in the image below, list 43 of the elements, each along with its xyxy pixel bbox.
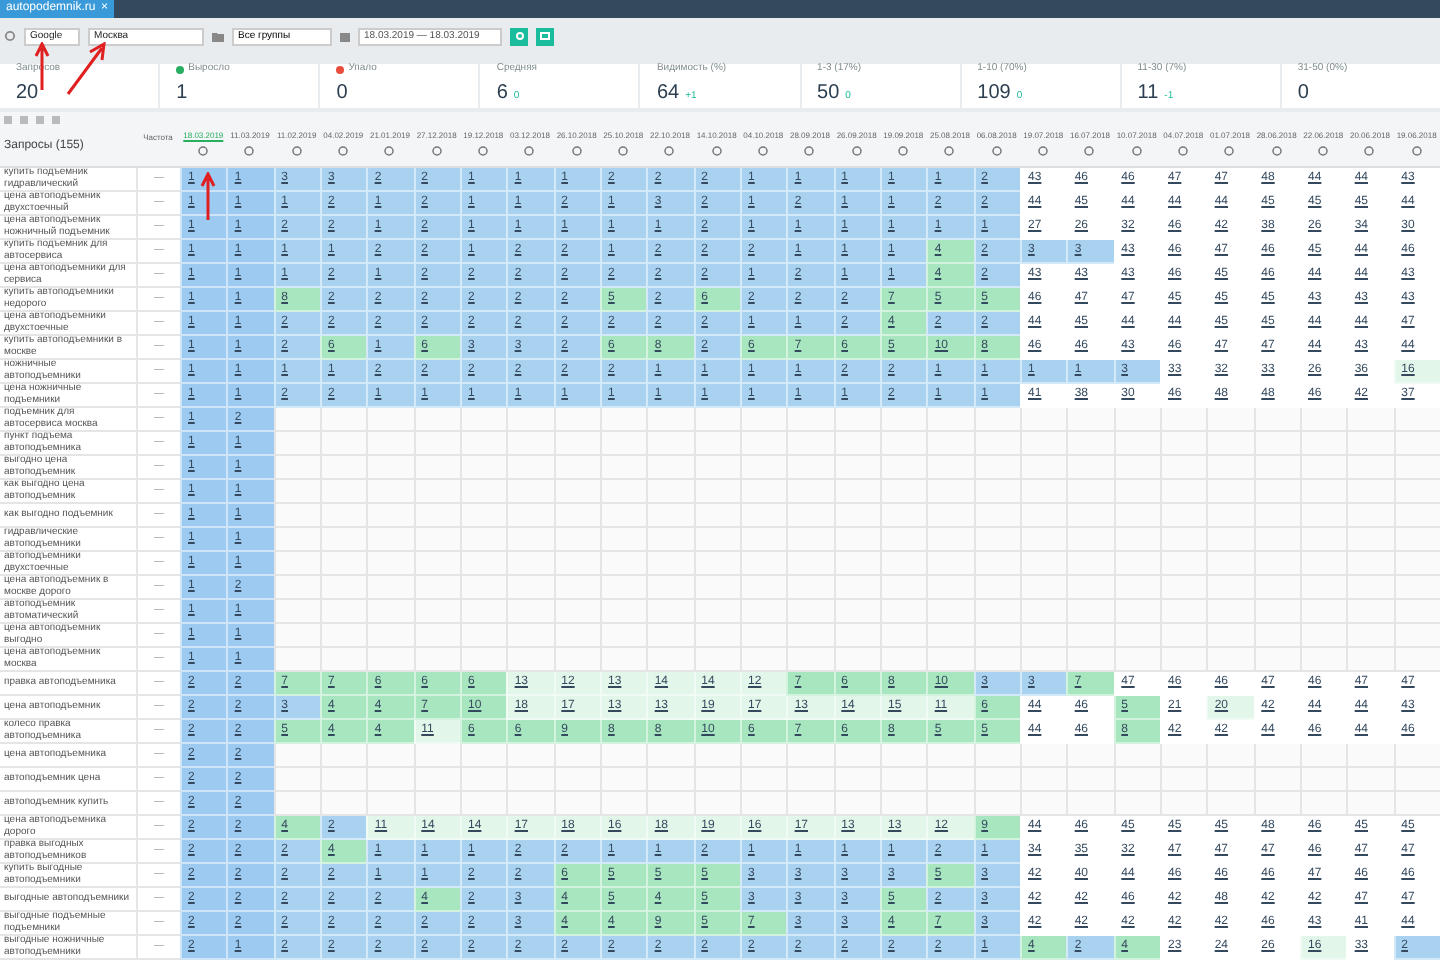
- engine-icon: [944, 146, 955, 157]
- engine-icon: [1131, 146, 1142, 157]
- engine-icon: [1084, 146, 1095, 157]
- engine-icon: [338, 146, 349, 157]
- engine-icon: [571, 146, 582, 157]
- engine-icon: [431, 146, 442, 157]
- engine-icon: [618, 146, 629, 157]
- annotation-arrow: [200, 172, 216, 222]
- engine-icon: [524, 146, 535, 157]
- engine-icon: [664, 146, 675, 157]
- engine-icon: [1411, 146, 1422, 157]
- calendar-icon: [340, 31, 350, 42]
- engine-icon: [478, 146, 489, 157]
- engine-icon: [711, 146, 722, 157]
- stat-value: 109: [977, 79, 1011, 108]
- stat-value: 20: [16, 79, 39, 108]
- engine-icon: [1038, 146, 1049, 157]
- engine-icon: [384, 146, 395, 157]
- calendar-button[interactable]: [536, 27, 554, 46]
- stat-value: 64: [656, 79, 680, 108]
- settings-icon[interactable]: [4, 30, 16, 43]
- engine-icon: [1224, 146, 1235, 157]
- engine-icon: [1178, 146, 1189, 157]
- annotation-arrow: [64, 42, 108, 96]
- engine-icon: [291, 146, 302, 157]
- refresh-button[interactable]: [510, 27, 528, 46]
- engine-icon: [804, 146, 815, 157]
- engine-icon: [1318, 146, 1329, 157]
- engine-icon: [1271, 146, 1282, 157]
- engine-icon: [991, 146, 1002, 157]
- engine-icon: [898, 146, 909, 157]
- stat-value: 50: [817, 79, 840, 108]
- engine-icon: [198, 146, 209, 157]
- stat-value: 11: [1137, 79, 1159, 108]
- stat-value: 6: [496, 79, 508, 108]
- stat-value: 0: [1297, 79, 1309, 108]
- stat-value: 0: [336, 79, 348, 108]
- engine-icon: [1364, 146, 1375, 157]
- engine-icon: [758, 146, 769, 157]
- stat-value: 1: [176, 79, 188, 108]
- engine-icon: [851, 146, 862, 157]
- engine-icon: [244, 146, 255, 157]
- folder-icon: [212, 31, 224, 42]
